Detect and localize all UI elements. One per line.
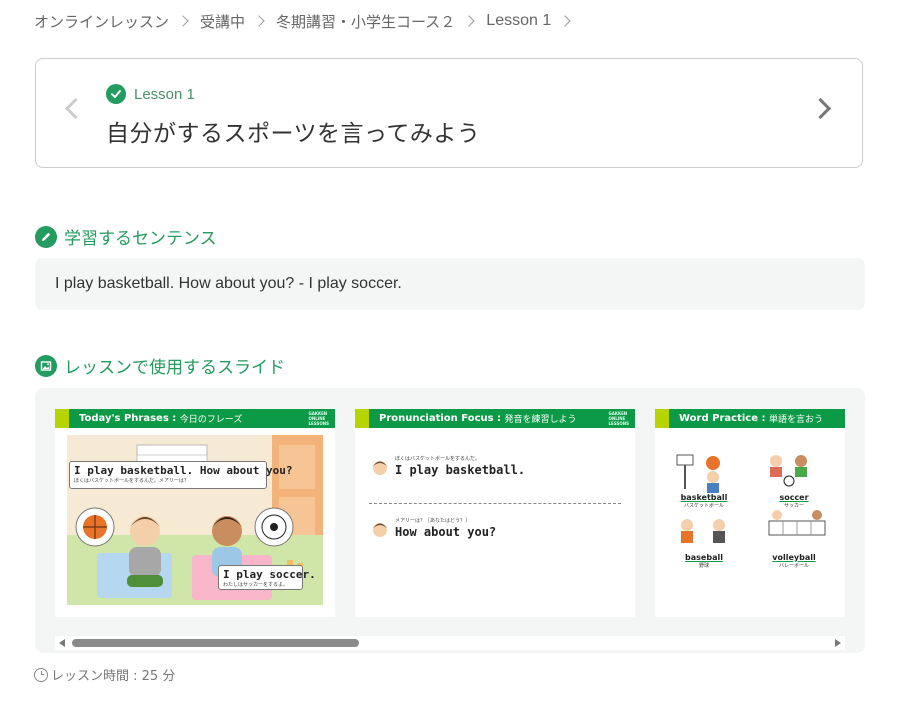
scrollbar-thumb[interactable]: [72, 639, 359, 647]
breadcrumb: オンラインレッスン 受講中 冬期講習・小学生コース２ Lesson 1: [34, 11, 582, 31]
word-baseball: baseball 野球: [685, 553, 723, 569]
sentence-section-title: 学習するセンテンス: [64, 229, 217, 249]
speech-bubble-soccer: I play soccer. わたしはサッカーをするよ。: [218, 565, 316, 590]
chevron-right-icon: [463, 15, 475, 27]
speech-bubble-basketball: I play basketball. How about you? ぼくはバスケ…: [69, 461, 293, 489]
sentence-section-heading: 学習するセンテンス: [35, 224, 217, 249]
slide-header: Today's Phrases : 今日のフレーズ GAKKEN ONLINE LE…: [55, 409, 335, 428]
breadcrumb-lesson[interactable]: Lesson 1: [486, 12, 551, 30]
word-soccer: soccer サッカー: [779, 493, 809, 509]
slide-pronunciation-focus[interactable]: Pronunciation Focus : 発音を練習しよう GAKKEN ONL…: [355, 409, 635, 617]
next-lesson-button[interactable]: [809, 97, 832, 120]
scroll-left-button[interactable]: [59, 639, 65, 647]
chevron-right-icon: [177, 15, 189, 27]
previous-lesson-button[interactable]: [64, 97, 87, 120]
lesson-label: Lesson 1: [106, 84, 195, 104]
chevron-right-icon: [559, 15, 571, 27]
duration-text: レッスン時間 : 25 分: [51, 669, 176, 684]
image-icon: [35, 354, 57, 377]
breadcrumb-course[interactable]: 冬期講習・小学生コース２: [276, 11, 455, 32]
slide-word-practice[interactable]: Word Practice : 単語を言おう basketball バスケットボ…: [655, 409, 845, 617]
slide-header: Word Practice : 単語を言おう: [655, 409, 845, 428]
lesson-duration: レッスン時間 : 25 分: [34, 665, 175, 684]
lesson-number: Lesson 1: [134, 85, 195, 103]
slides-section-title: レッスンで使用するスライド: [64, 358, 285, 378]
slide-header: Pronunciation Focus : 発音を練習しよう GAKKEN ONL…: [355, 409, 635, 428]
pencil-icon: [35, 225, 57, 248]
scroll-right-button[interactable]: [835, 639, 841, 647]
lesson-card: Lesson 1 自分がするスポーツを言ってみよう: [35, 58, 863, 168]
slides-scrollbar[interactable]: [55, 636, 845, 650]
boy-face-icon: [373, 461, 387, 475]
check-circle-icon: [106, 84, 126, 104]
chevron-right-icon: [253, 15, 265, 27]
lesson-sentence: I play basketball. How about you? - I pl…: [55, 275, 402, 292]
sentence-box: I play basketball. How about you? - I pl…: [35, 258, 865, 310]
breadcrumb-enrolled[interactable]: 受講中: [200, 11, 245, 32]
gakken-logo: GAKKEN ONLINE LESSONS: [608, 411, 630, 426]
lesson-title: 自分がするスポーツを言ってみよう: [106, 121, 481, 147]
slide-todays-phrases[interactable]: Today's Phrases : 今日のフレーズ GAKKEN ONLINE LE…: [55, 409, 335, 617]
clock-icon: [34, 667, 48, 682]
gakken-logo: GAKKEN ONLINE LESSONS: [308, 411, 330, 426]
phrase-row-1: ぼくはバスケットボールをするんだ。 I play basketball.: [371, 455, 525, 477]
phrase-row-2: メアリーは？［あなたはどう？］ How about you?: [371, 517, 496, 539]
slides-section-heading: レッスンで使用するスライド: [35, 353, 285, 378]
breadcrumb-online-lesson[interactable]: オンラインレッスン: [34, 11, 169, 32]
boy-face-icon: [373, 523, 387, 537]
slides-carousel: Today's Phrases : 今日のフレーズ GAKKEN ONLINE LE…: [35, 388, 865, 653]
word-volleyball: volleyball バレーボール: [772, 553, 816, 569]
word-basketball: basketball バスケットボール: [680, 493, 728, 509]
